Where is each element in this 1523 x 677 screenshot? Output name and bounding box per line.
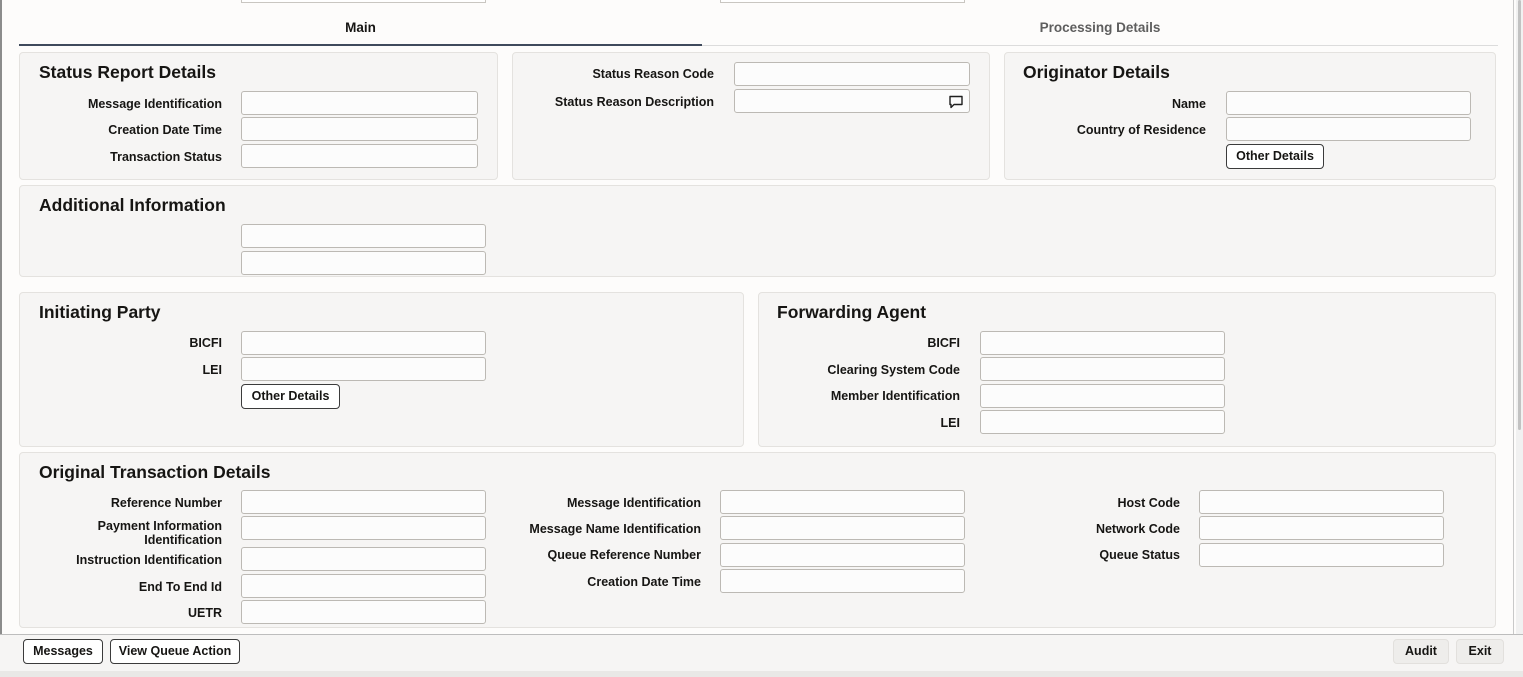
audit-button[interactable]: Audit [1393,639,1449,664]
window-left-border [0,0,2,677]
status-reason-code-input[interactable] [734,62,970,86]
transaction-status-label: Transaction Status [110,150,222,164]
message-identification-input[interactable] [241,91,478,115]
end-to-end-id-label: End To End Id [138,580,222,594]
payment-information-identification-input[interactable] [241,516,486,540]
initiating-bicfi-label: BICFI [189,336,222,350]
status-reason-code-label: Status Reason Code [592,67,714,81]
forwarding-bicfi-label: BICFI [927,336,960,350]
clearing-system-code-input[interactable] [980,357,1225,381]
forwarding-agent-title: Forwarding Agent [777,302,927,322]
end-to-end-id-input[interactable] [241,574,486,598]
tab-processing-label: Processing Details [1039,20,1161,35]
queue-reference-number-label: Queue Reference Number [547,548,701,562]
window-right-border [1513,0,1514,634]
member-identification-input[interactable] [980,384,1225,408]
original-transaction-title: Original Transaction Details [39,462,271,482]
forwarding-lei-label: LEI [940,416,960,430]
host-code-label: Host Code [1117,496,1181,510]
forwarding-bicfi-input[interactable] [980,331,1225,355]
clipped-field-top-right [720,0,965,3]
creation-date-time-label: Creation Date Time [108,123,222,137]
queue-reference-number-input[interactable] [720,543,965,567]
exit-button[interactable]: Exit [1456,639,1504,664]
message-name-identification-label: Message Name Identification [529,522,701,536]
footer-bottom-strip [0,671,1523,677]
forwarding-lei-input[interactable] [980,410,1225,434]
view-queue-action-button[interactable]: View Queue Action [110,639,240,664]
host-code-input[interactable] [1199,490,1444,514]
status-reason-description-input[interactable] [734,89,970,113]
instruction-identification-label: Instruction Identification [76,553,222,567]
message-name-identification-input[interactable] [720,516,965,540]
initiating-other-details-button[interactable]: Other Details [241,384,340,409]
payment-information-identification-label: Payment Information Identification [97,519,222,547]
clearing-system-code-label: Clearing System Code [827,363,960,377]
messages-button[interactable]: Messages [23,639,103,664]
additional-info-line2-input[interactable] [241,251,486,275]
network-code-input[interactable] [1199,516,1444,540]
clipped-field-top-left [241,0,486,3]
country-of-residence-label: Country of Residence [1076,123,1206,137]
uetr-label: UETR [187,606,222,620]
originator-name-label: Name [1171,97,1206,111]
original-creation-date-time-input[interactable] [720,569,965,593]
originator-other-details-button[interactable]: Other Details [1226,144,1324,169]
initiating-lei-input[interactable] [241,357,486,381]
queue-status-label: Queue Status [1099,548,1180,562]
creation-date-time-input[interactable] [241,117,478,141]
scrollbar-thumb[interactable] [1518,0,1521,430]
network-code-label: Network Code [1095,522,1180,536]
transaction-status-input[interactable] [241,144,478,168]
speech-bubble-icon[interactable] [948,94,964,110]
tab-main[interactable]: Main [19,20,702,46]
original-message-identification-input[interactable] [720,490,965,514]
initiating-lei-label: LEI [202,363,222,377]
message-identification-label: Message Identification [87,97,222,111]
initiating-party-title: Initiating Party [39,302,161,322]
initiating-bicfi-input[interactable] [241,331,486,355]
queue-status-input[interactable] [1199,543,1444,567]
additional-information-title: Additional Information [39,195,226,215]
originator-title: Originator Details [1023,62,1170,82]
status-report-title: Status Report Details [39,62,216,82]
tab-processing-details[interactable]: Processing Details [702,20,1498,46]
reference-number-input[interactable] [241,490,486,514]
instruction-identification-input[interactable] [241,547,486,571]
status-reason-description-label: Status Reason Description [554,95,714,109]
tab-main-label: Main [345,20,376,35]
uetr-input[interactable] [241,600,486,624]
original-message-identification-label: Message Identification [566,496,701,510]
original-creation-date-time-label: Creation Date Time [587,575,701,589]
reference-number-label: Reference Number [110,496,222,510]
originator-name-input[interactable] [1226,91,1471,115]
country-of-residence-input[interactable] [1226,117,1471,141]
additional-info-line1-input[interactable] [241,224,486,248]
member-identification-label: Member Identification [830,389,960,403]
